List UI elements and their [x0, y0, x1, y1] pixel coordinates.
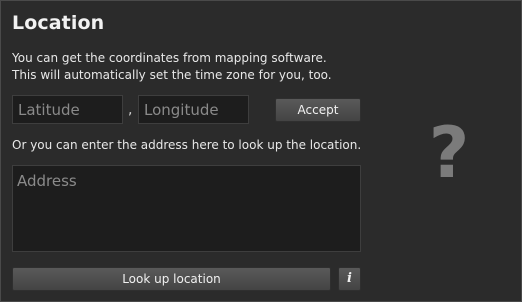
- question-mark-icon: ?: [428, 112, 470, 194]
- latitude-input[interactable]: [12, 95, 123, 124]
- info-icon[interactable]: i: [338, 267, 361, 291]
- description-line-2: This will automatically set the time zon…: [12, 68, 332, 82]
- panel-description: You can get the coordinates from mapping…: [12, 50, 332, 84]
- longitude-input[interactable]: [138, 95, 249, 124]
- look-up-location-button[interactable]: Look up location: [12, 267, 331, 291]
- coordinate-separator: ,: [128, 102, 133, 118]
- description-line-1: You can get the coordinates from mapping…: [12, 51, 327, 65]
- panel-title: Location: [12, 12, 105, 34]
- accept-button[interactable]: Accept: [275, 98, 361, 122]
- address-instruction: Or you can enter the address here to loo…: [12, 138, 362, 152]
- location-panel: Location You can get the coordinates fro…: [0, 0, 522, 302]
- address-textarea[interactable]: [12, 165, 361, 252]
